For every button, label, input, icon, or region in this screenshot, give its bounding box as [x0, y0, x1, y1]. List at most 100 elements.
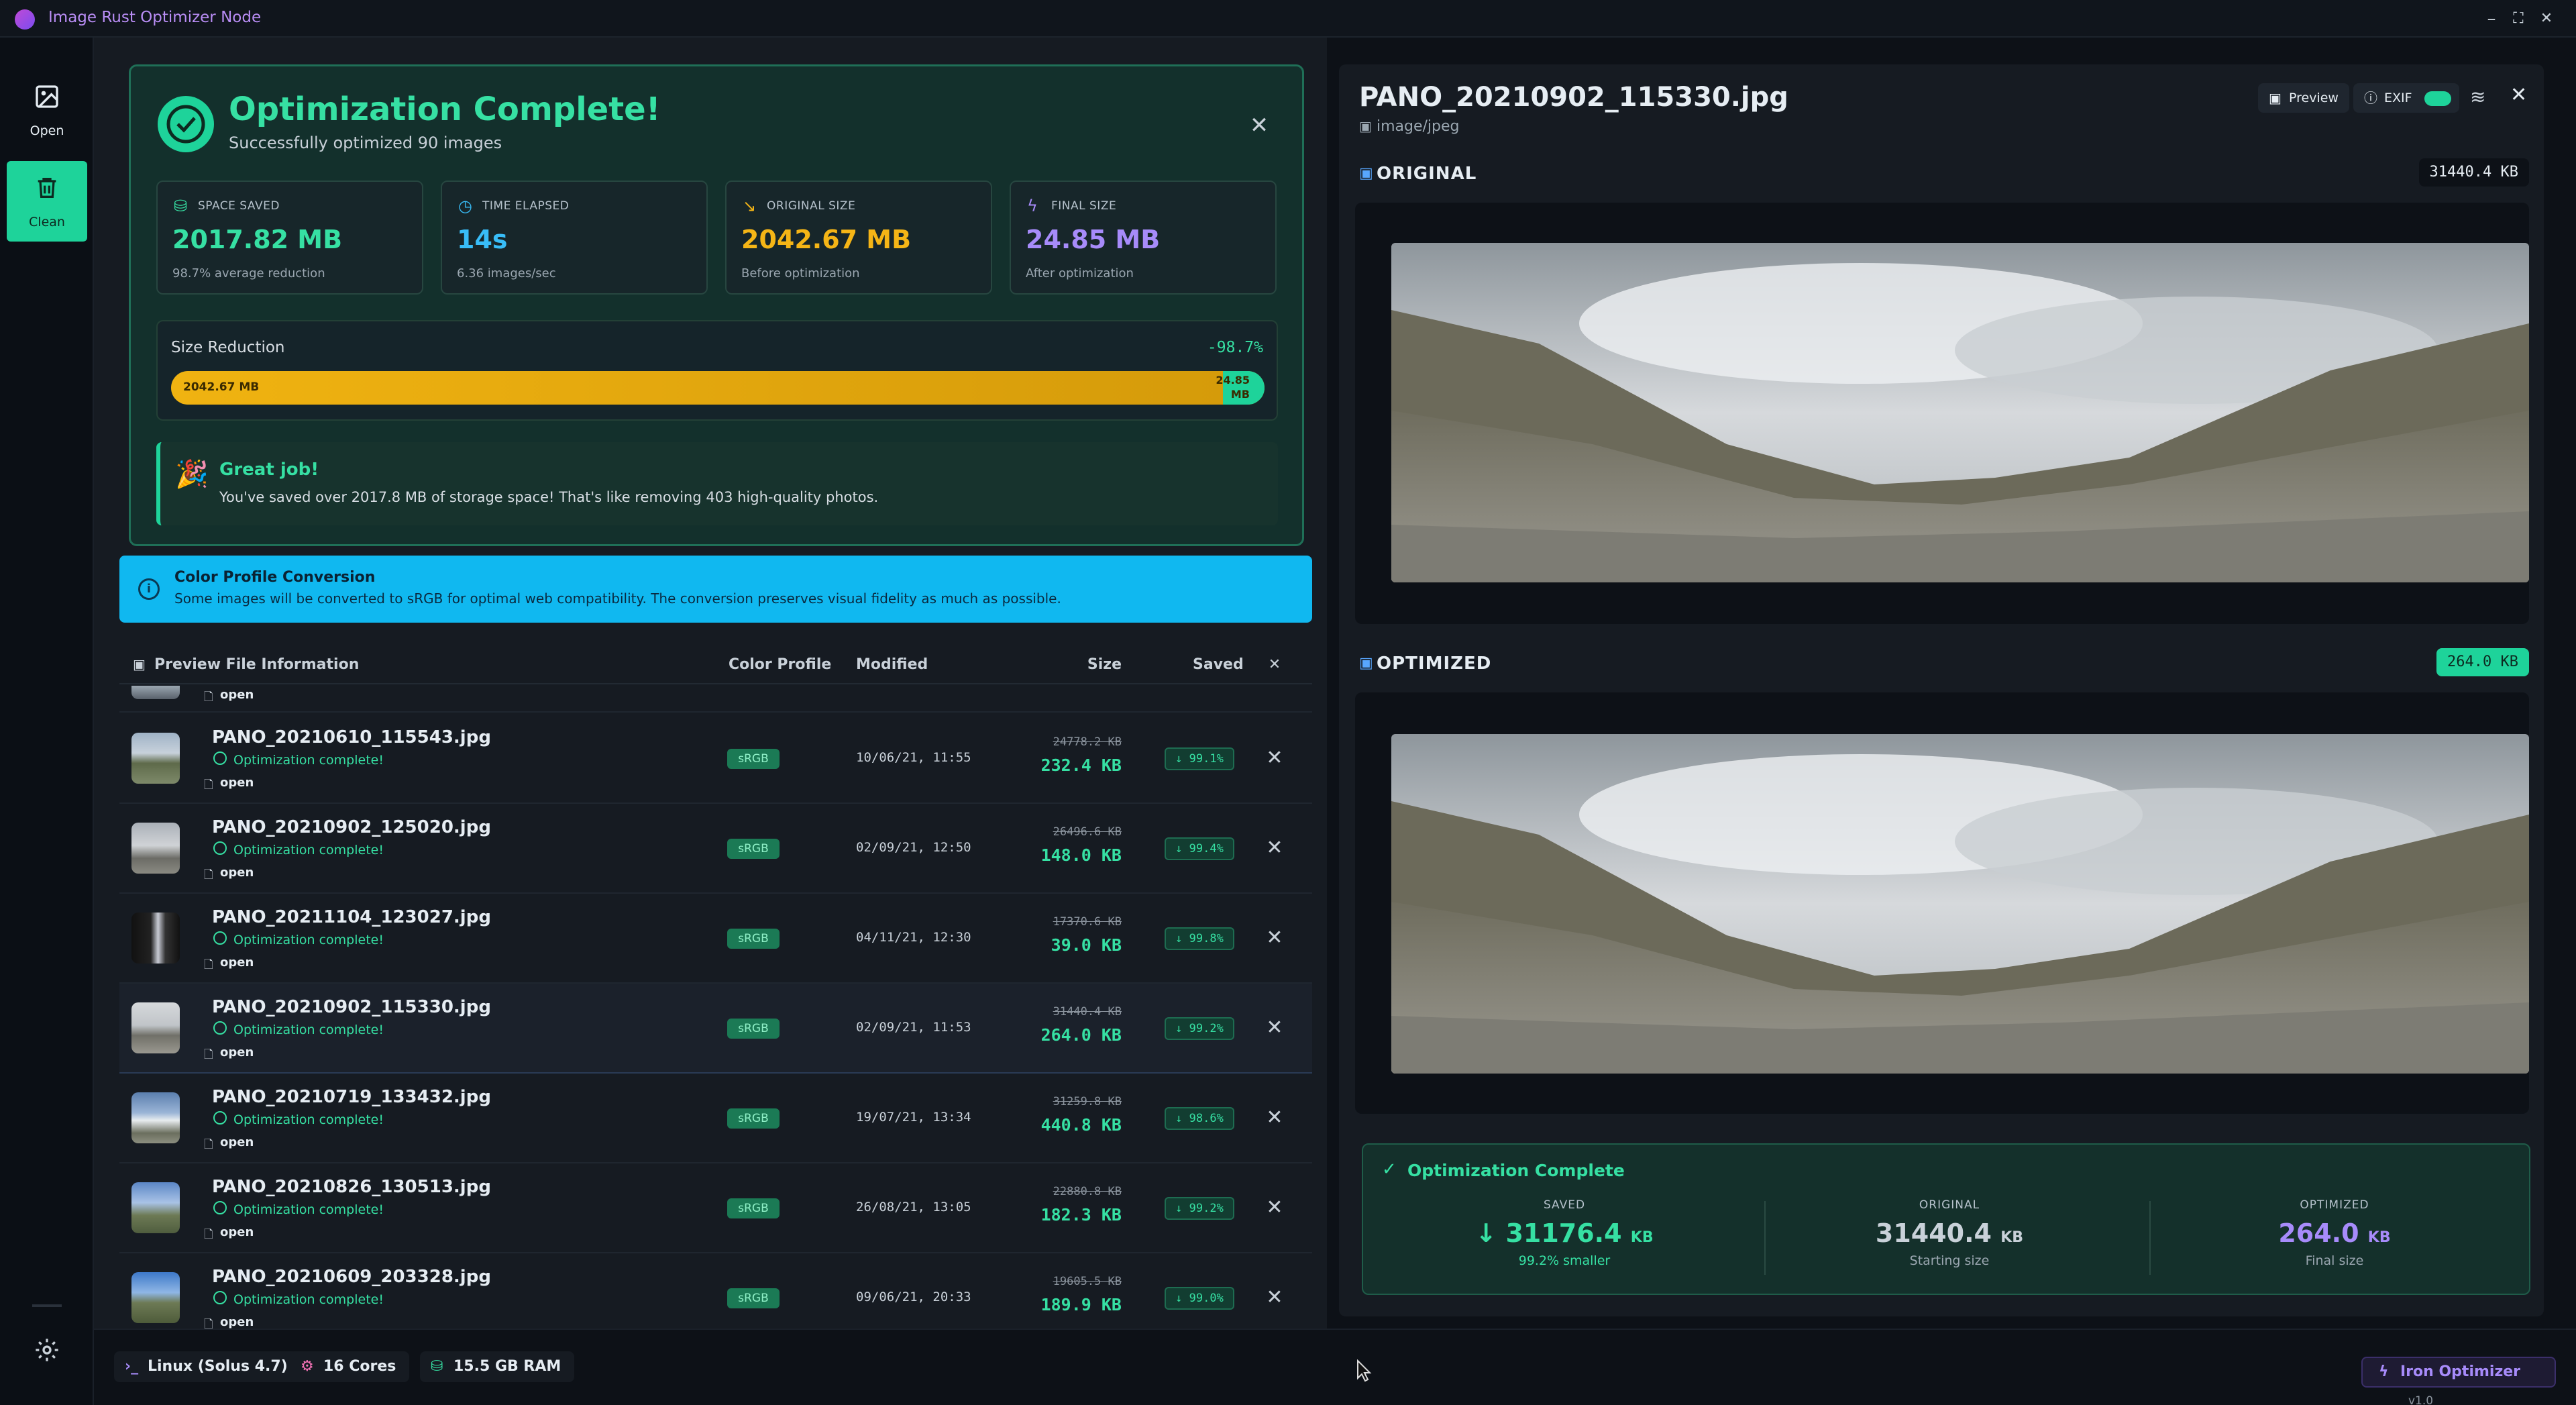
remove-row-button[interactable]: ✕: [1260, 1193, 1289, 1222]
card-title: FINAL SIZE: [1051, 199, 1117, 213]
table-row[interactable]: PANO_20210610_115543.jpg Optimization com…: [119, 714, 1312, 804]
clean-button[interactable]: Clean: [7, 161, 87, 242]
open-link[interactable]: open: [220, 1045, 254, 1059]
thumbnail: [131, 913, 180, 964]
trash-icon: [38, 178, 56, 198]
open-link[interactable]: open: [220, 688, 254, 702]
table-row[interactable]: PANO_20210719_133432.jpg Optimization com…: [119, 1074, 1312, 1163]
close-window-button[interactable]: ✕: [2533, 5, 2560, 32]
file-name: PANO_20210609_203328.jpg: [212, 1267, 491, 1287]
space-saved-card: ⛁ SPACE SAVED 2017.82 MB 98.7% average r…: [156, 180, 423, 295]
title-bar: Image Rust Optimizer Node – ⛶ ✕: [0, 0, 2576, 38]
col-modified-header[interactable]: Modified: [856, 656, 928, 673]
card-value: 2042.67 MB: [741, 225, 912, 254]
exif-toggle-switch: [2424, 91, 2451, 106]
open-link[interactable]: open: [220, 1315, 254, 1329]
summary-subtitle: Successfully optimized 90 images: [229, 134, 502, 152]
optimized-size: 182.3 KB: [1040, 1205, 1122, 1225]
card-subtitle: Before optimization: [741, 266, 860, 280]
clock-icon: ◷: [458, 197, 472, 215]
original-size: 31259.8 KB: [1053, 1095, 1122, 1108]
col-color-profile-header[interactable]: Color Profile: [729, 656, 831, 673]
saved-percent-badge: ↓ 99.4%: [1165, 837, 1234, 860]
check-circle-icon: [213, 1111, 227, 1125]
open-link[interactable]: open: [220, 1225, 254, 1239]
cpu-icon: ⚙: [301, 1358, 314, 1375]
success-check-icon: [158, 96, 214, 152]
color-profile-badge: sRGB: [727, 1108, 780, 1129]
remove-row-button[interactable]: ✕: [1260, 743, 1289, 773]
card-value: 24.85 MB: [1026, 225, 1161, 254]
preview-panel: PANO_20210902_115330.jpg ▣ image/jpeg ▣ P…: [1339, 64, 2544, 1316]
great-job-title: Great job!: [219, 460, 319, 480]
optimized-column: OPTIMIZED 264.0 KB Final size: [2278, 1198, 2391, 1268]
open-button[interactable]: Open: [7, 70, 87, 150]
open-link[interactable]: open: [220, 866, 254, 880]
image-icon: ▣: [133, 656, 146, 672]
remove-row-button[interactable]: ✕: [1260, 1013, 1289, 1043]
color-profile-badge: sRGB: [727, 1198, 780, 1218]
table-row[interactable]: PANO_20210826_130513.jpg Optimization com…: [119, 1163, 1312, 1253]
col-preview-header[interactable]: Preview File Information: [154, 656, 359, 673]
col-size-header[interactable]: Size: [1079, 656, 1122, 673]
settings-gear-icon[interactable]: [34, 1337, 60, 1363]
open-link[interactable]: open: [220, 1135, 254, 1149]
original-image-frame: [1355, 203, 2529, 624]
preview-filename: PANO_20210902_115330.jpg: [1359, 82, 1788, 113]
check-circle-icon: [213, 751, 227, 765]
file-icon: 🗋: [204, 1228, 213, 1241]
image-icon: ▣: [1359, 655, 1373, 672]
open-link[interactable]: open: [220, 776, 254, 790]
col-saved-header[interactable]: Saved: [1193, 656, 1244, 673]
file-name: PANO_20210610_115543.jpg: [212, 727, 491, 747]
iron-optimizer-badge[interactable]: ϟ Iron Optimizer v1.0: [2361, 1357, 2556, 1405]
file-name: PANO_20210902_115330.jpg: [212, 997, 491, 1017]
card-subtitle: 6.36 images/sec: [457, 266, 556, 280]
time-elapsed-card: ◷ TIME ELAPSED 14s 6.36 images/sec: [441, 180, 708, 295]
original-size: 22880.8 KB: [1053, 1185, 1122, 1198]
ram-indicator: ⛁ 15.5 GB RAM: [420, 1351, 575, 1382]
remove-row-button[interactable]: ✕: [1260, 833, 1289, 863]
table-row[interactable]: PANO_20210902_115330.jpg Optimization com…: [119, 984, 1312, 1074]
terminal-icon: ›_: [125, 1358, 139, 1375]
table-row[interactable]: PANO_20210902_125020.jpg Optimization com…: [119, 804, 1312, 894]
maximize-button[interactable]: ⛶: [2505, 5, 2532, 32]
optimized-size: 148.0 KB: [1040, 845, 1122, 865]
preview-toggle-button[interactable]: ▣ Preview: [2258, 83, 2349, 113]
saved-percent-badge: ↓ 99.8%: [1165, 927, 1234, 950]
clear-list-button[interactable]: ✕: [1260, 656, 1289, 673]
saved-percent-badge: ↓ 99.1%: [1165, 747, 1234, 770]
close-preview-button[interactable]: ✕: [2510, 83, 2527, 107]
summary-title: Optimization Complete!: [229, 91, 661, 128]
thumbnail: [131, 1182, 180, 1233]
original-size: 19605.5 KB: [1053, 1275, 1122, 1288]
minimize-button[interactable]: –: [2478, 5, 2505, 32]
summary-close-button[interactable]: ✕: [1240, 107, 1278, 144]
clean-label: Clean: [29, 215, 65, 229]
card-title: SPACE SAVED: [198, 199, 280, 213]
layers-icon[interactable]: ≋: [2470, 86, 2485, 108]
optimized-size: 264.0 KB: [1040, 1025, 1122, 1045]
table-row[interactable]: PANO_20211104_123027.jpg Optimization com…: [119, 894, 1312, 984]
remove-row-button[interactable]: ✕: [1260, 1283, 1289, 1312]
trending-down-icon: ↘: [743, 197, 757, 215]
exif-toggle-button[interactable]: ⓘ EXIF: [2353, 83, 2459, 113]
memory-icon: ⛁: [431, 1358, 443, 1375]
bar-original-label: 2042.67 MB: [183, 380, 260, 394]
card-value: 14s: [457, 225, 508, 254]
party-popper-icon: 🎉: [175, 459, 209, 490]
size-reduction-percent: -98.7%: [1207, 339, 1263, 356]
original-size: 17370.6 KB: [1053, 915, 1122, 929]
optimized-image: [1391, 734, 2529, 1074]
remove-row-button[interactable]: ✕: [1260, 923, 1289, 953]
open-link[interactable]: open: [220, 955, 254, 970]
check-circle-icon: [213, 1291, 227, 1304]
optimized-size: 232.4 KB: [1040, 756, 1122, 775]
file-status: Optimization complete!: [233, 1292, 384, 1307]
file-icon: 🗋: [204, 1048, 213, 1061]
optimized-size-pill: 264.0 KB: [2436, 648, 2529, 676]
banner-text: Some images will be converted to sRGB fo…: [174, 590, 1061, 607]
remove-row-button[interactable]: ✕: [1260, 1103, 1289, 1133]
file-icon: 🗋: [204, 868, 213, 882]
image-icon: ▣: [2269, 90, 2282, 106]
